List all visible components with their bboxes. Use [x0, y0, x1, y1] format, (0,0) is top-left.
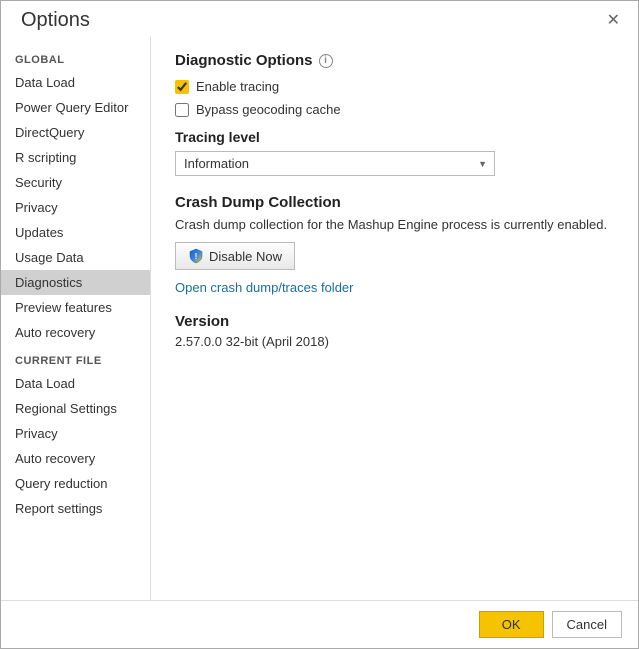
crash-dump-link-row: Open crash dump/traces folder — [175, 280, 614, 295]
sidebar-item-cf-query-reduction[interactable]: Query reduction — [1, 471, 150, 496]
crash-dump-description: Crash dump collection for the Mashup Eng… — [175, 217, 614, 232]
sidebar-item-usage-data[interactable]: Usage Data — [1, 245, 150, 270]
enable-tracing-checkbox[interactable] — [175, 80, 189, 94]
sidebar-item-security[interactable]: Security — [1, 170, 150, 195]
crash-dump-title: Crash Dump Collection — [175, 194, 614, 211]
svg-text:!: ! — [195, 252, 198, 261]
cancel-button[interactable]: Cancel — [552, 611, 622, 638]
sidebar-item-cf-auto-recovery[interactable]: Auto recovery — [1, 446, 150, 471]
sidebar-item-cf-regional-settings[interactable]: Regional Settings — [1, 396, 150, 421]
ok-button[interactable]: OK — [479, 611, 544, 638]
info-icon: i — [319, 54, 333, 68]
bypass-geocoding-label[interactable]: Bypass geocoding cache — [196, 102, 341, 117]
enable-tracing-label[interactable]: Enable tracing — [196, 79, 279, 94]
version-value: 2.57.0.0 32-bit (April 2018) — [175, 334, 614, 349]
current-file-section-label: CURRENT FILE — [1, 345, 150, 371]
bypass-geocoding-checkbox[interactable] — [175, 103, 189, 117]
sidebar-item-auto-recovery[interactable]: Auto recovery — [1, 320, 150, 345]
version-title: Version — [175, 313, 614, 330]
dialog-footer: OK Cancel — [1, 600, 638, 648]
tracing-level-label: Tracing level — [175, 129, 614, 145]
bypass-geocoding-row: Bypass geocoding cache — [175, 102, 614, 117]
sidebar-item-r-scripting[interactable]: R scripting — [1, 145, 150, 170]
main-content: Diagnostic Options i Enable tracing Bypa… — [151, 36, 638, 600]
dialog-title: Options — [21, 9, 90, 32]
enable-tracing-row: Enable tracing — [175, 79, 614, 94]
dialog-body: GLOBAL Data Load Power Query Editor Dire… — [1, 36, 638, 600]
tracing-level-select[interactable]: Information Verbose Warning Error — [175, 151, 495, 176]
sidebar-item-cf-data-load[interactable]: Data Load — [1, 371, 150, 396]
global-section-label: GLOBAL — [1, 44, 150, 70]
close-button[interactable]: ✕ — [601, 11, 626, 31]
sidebar-item-privacy[interactable]: Privacy — [1, 195, 150, 220]
disable-now-button[interactable]: ! Disable Now — [175, 242, 295, 270]
open-crash-dump-link[interactable]: Open crash dump/traces folder — [175, 280, 353, 295]
sidebar: GLOBAL Data Load Power Query Editor Dire… — [1, 36, 151, 600]
sidebar-item-preview-features[interactable]: Preview features — [1, 295, 150, 320]
shield-icon: ! — [188, 248, 204, 264]
sidebar-item-diagnostics[interactable]: Diagnostics — [1, 270, 150, 295]
titlebar: Options ✕ — [1, 1, 638, 36]
diagnostic-options-title: Diagnostic Options i — [175, 52, 614, 69]
tracing-level-select-wrapper: Information Verbose Warning Error — [175, 151, 495, 176]
options-dialog: Options ✕ GLOBAL Data Load Power Query E… — [0, 0, 639, 649]
sidebar-item-power-query-editor[interactable]: Power Query Editor — [1, 95, 150, 120]
sidebar-item-cf-report-settings[interactable]: Report settings — [1, 496, 150, 521]
sidebar-item-cf-privacy[interactable]: Privacy — [1, 421, 150, 446]
sidebar-item-directquery[interactable]: DirectQuery — [1, 120, 150, 145]
sidebar-item-updates[interactable]: Updates — [1, 220, 150, 245]
sidebar-item-data-load[interactable]: Data Load — [1, 70, 150, 95]
